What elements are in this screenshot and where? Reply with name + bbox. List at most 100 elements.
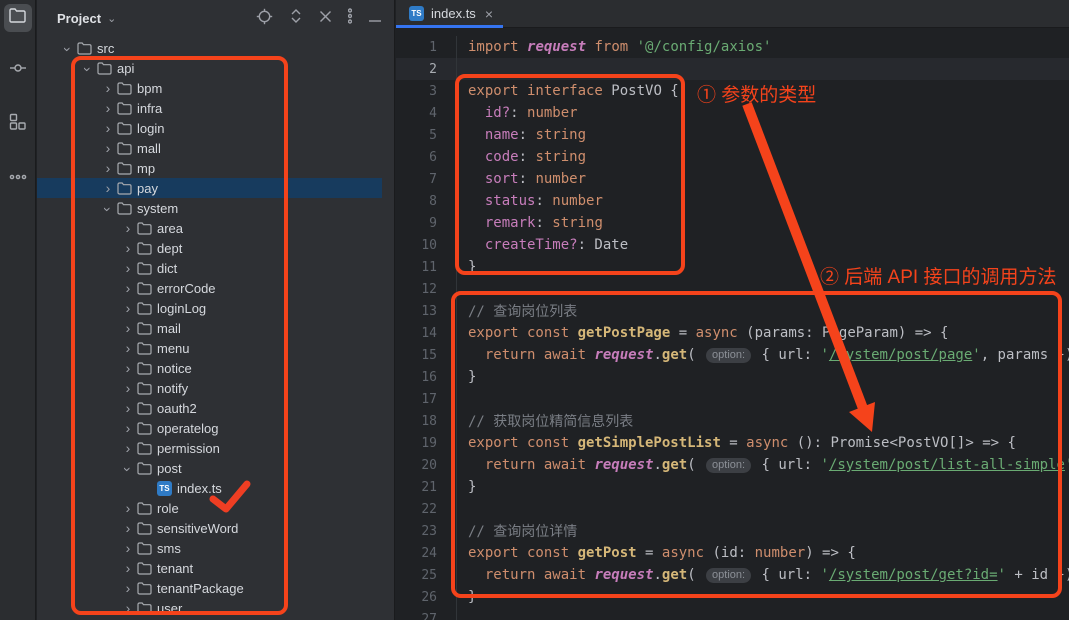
- chevron-icon[interactable]: ›: [121, 241, 135, 255]
- line-number[interactable]: 10: [396, 234, 456, 256]
- tree-item-sms[interactable]: ›sms: [37, 538, 394, 558]
- line-number[interactable]: 25: [396, 564, 456, 586]
- code-line-27[interactable]: 27: [396, 608, 1069, 620]
- code-line-24[interactable]: 24export const getPost = async (id: numb…: [396, 542, 1069, 564]
- chevron-icon[interactable]: ›: [121, 462, 135, 476]
- tree-item-system[interactable]: ›system: [37, 198, 394, 218]
- chevron-icon[interactable]: ›: [121, 301, 135, 315]
- tree-item-tenantPackage[interactable]: ›tenantPackage: [37, 578, 394, 598]
- chevron-icon[interactable]: ›: [121, 581, 135, 595]
- code-line-1[interactable]: 1import request from '@/config/axios': [396, 36, 1069, 58]
- line-number[interactable]: 16: [396, 366, 456, 388]
- hide-panel-icon[interactable]: [368, 10, 382, 28]
- line-number[interactable]: 22: [396, 498, 456, 520]
- tree-item-login[interactable]: ›login: [37, 118, 394, 138]
- locate-icon[interactable]: [256, 8, 273, 30]
- chevron-icon[interactable]: ›: [121, 341, 135, 355]
- expand-collapse-icon[interactable]: [289, 8, 303, 29]
- chevron-icon[interactable]: ›: [121, 221, 135, 235]
- line-number[interactable]: 1: [396, 36, 456, 58]
- tree-item-loginLog[interactable]: ›loginLog: [37, 298, 394, 318]
- chevron-icon[interactable]: ›: [121, 361, 135, 375]
- tree-item-notify[interactable]: ›notify: [37, 378, 394, 398]
- chevron-icon[interactable]: ›: [101, 202, 115, 216]
- code-line-19[interactable]: 19export const getSimplePostList = async…: [396, 432, 1069, 454]
- code-editor[interactable]: 1import request from '@/config/axios'23e…: [396, 36, 1069, 620]
- line-number[interactable]: 12: [396, 278, 456, 300]
- tree-item-mail[interactable]: ›mail: [37, 318, 394, 338]
- line-number[interactable]: 15: [396, 344, 456, 366]
- line-number[interactable]: 27: [396, 608, 456, 620]
- tree-item-permission[interactable]: ›permission: [37, 438, 394, 458]
- chevron-icon[interactable]: ›: [81, 62, 95, 76]
- code-line-26[interactable]: 26}: [396, 586, 1069, 608]
- more-options-icon[interactable]: [348, 8, 352, 29]
- code-line-20[interactable]: 20 return await request.get( option: { u…: [396, 454, 1069, 476]
- tab-index-ts[interactable]: TS index.ts ×: [396, 0, 503, 27]
- panel-title[interactable]: Project: [57, 11, 101, 26]
- line-number[interactable]: 9: [396, 212, 456, 234]
- line-number[interactable]: 24: [396, 542, 456, 564]
- structure-tool-button[interactable]: [4, 110, 32, 138]
- line-number[interactable]: 13: [396, 300, 456, 322]
- chevron-icon[interactable]: ›: [101, 181, 115, 195]
- code-line-3[interactable]: 3export interface PostVO {: [396, 80, 1069, 102]
- code-line-17[interactable]: 17: [396, 388, 1069, 410]
- line-number[interactable]: 19: [396, 432, 456, 454]
- line-number[interactable]: 3: [396, 80, 456, 102]
- tree-item-dept[interactable]: ›dept: [37, 238, 394, 258]
- code-line-13[interactable]: 13// 查询岗位列表: [396, 300, 1069, 322]
- tree-item-role[interactable]: ›role: [37, 498, 394, 518]
- code-line-2[interactable]: 2: [396, 58, 1069, 80]
- code-line-18[interactable]: 18// 获取岗位精简信息列表: [396, 410, 1069, 432]
- tree-item-area[interactable]: ›area: [37, 218, 394, 238]
- tree-item-mp[interactable]: ›mp: [37, 158, 394, 178]
- chevron-icon[interactable]: ›: [101, 81, 115, 95]
- chevron-icon[interactable]: ›: [121, 561, 135, 575]
- line-number[interactable]: 26: [396, 586, 456, 608]
- line-number[interactable]: 7: [396, 168, 456, 190]
- chevron-icon[interactable]: ›: [121, 321, 135, 335]
- code-line-12[interactable]: 12: [396, 278, 1069, 300]
- line-number[interactable]: 6: [396, 146, 456, 168]
- tree-item-bpm[interactable]: ›bpm: [37, 78, 394, 98]
- tree-item-sensitiveWord[interactable]: ›sensitiveWord: [37, 518, 394, 538]
- code-line-25[interactable]: 25 return await request.get( option: { u…: [396, 564, 1069, 586]
- chevron-icon[interactable]: ›: [121, 401, 135, 415]
- code-line-5[interactable]: 5 name: string: [396, 124, 1069, 146]
- chevron-down-icon[interactable]: ⌄: [107, 12, 116, 25]
- collapse-all-icon[interactable]: [319, 10, 332, 28]
- code-line-22[interactable]: 22: [396, 498, 1069, 520]
- code-line-7[interactable]: 7 sort: number: [396, 168, 1069, 190]
- chevron-icon[interactable]: ›: [121, 601, 135, 615]
- commit-tool-button[interactable]: [4, 56, 32, 84]
- line-number[interactable]: 5: [396, 124, 456, 146]
- line-number[interactable]: 11: [396, 256, 456, 278]
- line-number[interactable]: 20: [396, 454, 456, 476]
- close-tab-icon[interactable]: ×: [485, 6, 493, 22]
- line-number[interactable]: 2: [396, 58, 456, 80]
- tree-item-errorCode[interactable]: ›errorCode: [37, 278, 394, 298]
- tree-item-pay[interactable]: ›pay: [37, 178, 382, 198]
- chevron-icon[interactable]: ›: [101, 121, 115, 135]
- line-number[interactable]: 23: [396, 520, 456, 542]
- tree-item-infra[interactable]: ›infra: [37, 98, 394, 118]
- code-line-4[interactable]: 4 id?: number: [396, 102, 1069, 124]
- tree-item-post[interactable]: ›post: [37, 458, 394, 478]
- line-number[interactable]: 14: [396, 322, 456, 344]
- line-number[interactable]: 4: [396, 102, 456, 124]
- tree-item-api[interactable]: ›api: [37, 58, 394, 78]
- code-line-21[interactable]: 21}: [396, 476, 1069, 498]
- line-number[interactable]: 21: [396, 476, 456, 498]
- project-tool-button[interactable]: [4, 4, 32, 32]
- tree-item-menu[interactable]: ›menu: [37, 338, 394, 358]
- tree-item-user[interactable]: ›user: [37, 598, 394, 618]
- chevron-icon[interactable]: ›: [101, 161, 115, 175]
- chevron-icon[interactable]: ›: [121, 521, 135, 535]
- code-line-15[interactable]: 15 return await request.get( option: { u…: [396, 344, 1069, 366]
- code-line-16[interactable]: 16}: [396, 366, 1069, 388]
- line-number[interactable]: 18: [396, 410, 456, 432]
- chevron-icon[interactable]: ›: [121, 441, 135, 455]
- chevron-icon[interactable]: ›: [121, 381, 135, 395]
- tree-item-tenant[interactable]: ›tenant: [37, 558, 394, 578]
